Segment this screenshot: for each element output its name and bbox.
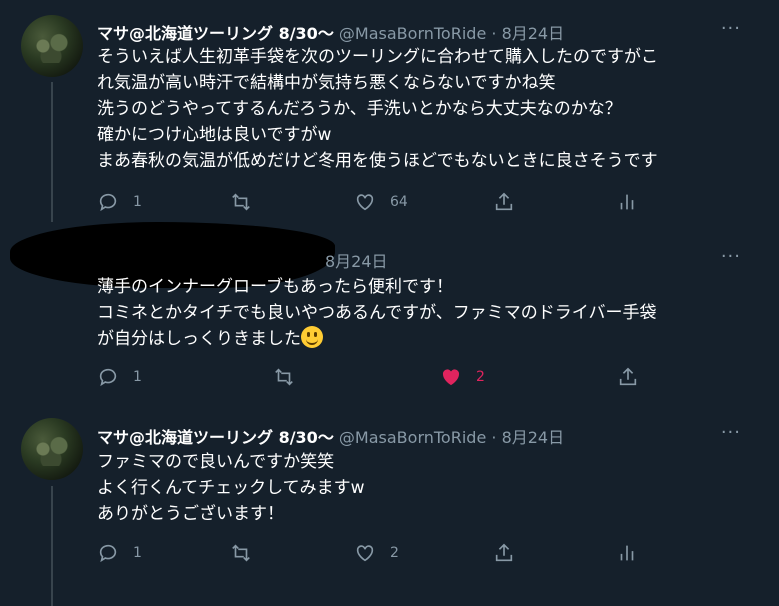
reply-icon xyxy=(99,544,117,563)
heart-icon xyxy=(356,545,374,562)
tweet-line: 確かにつけ心地は良いですがw xyxy=(97,125,332,145)
tweet-line: コミネとかタイチでも良いやつあるんですが、ファミマのドライバー手袋 xyxy=(97,303,657,323)
tweet-actions: 1 64 xyxy=(97,191,657,215)
tweet-date[interactable]: 8月24日 xyxy=(502,24,565,43)
heart-icon xyxy=(442,369,460,386)
retweet-button[interactable] xyxy=(230,191,266,213)
like-button[interactable]: 64 xyxy=(354,191,408,213)
retweet-button[interactable] xyxy=(230,542,266,564)
analytics-button[interactable] xyxy=(616,542,638,564)
avatar[interactable] xyxy=(21,418,83,480)
tweet-line: れ気温が高い時汗で結構中が気持ち悪くならないですかね笑 xyxy=(97,73,556,93)
tweet-text: ファミマので良いんですか笑笑 よく行くんてチェックしてみますw ありがとうござい… xyxy=(97,449,747,527)
tweet-line: 洗うのどうやってするんだろうか、手洗いとかなら大丈夫なのかな？ xyxy=(97,99,622,119)
tweet-text: そういえば人生初革手袋を次のツーリングに合わせて購入したのですがこ れ気温が高い… xyxy=(97,44,747,174)
tweet-header: マサ@北海道ツーリング 8/30〜 @MasaBornToRide · 8月24… xyxy=(97,424,564,448)
tweet-line: ファミマので良いんですか笑笑 xyxy=(97,452,335,472)
thread-line xyxy=(51,486,53,606)
separator: · xyxy=(491,428,497,447)
tweet-line: 薄手のインナーグローブもあったら便利です！ xyxy=(97,277,453,297)
reply-count: 1 xyxy=(133,194,142,210)
tweet-3[interactable]: マサ@北海道ツーリング 8/30〜 @MasaBornToRide · 8月24… xyxy=(0,404,779,606)
share-icon xyxy=(495,543,513,562)
tweet-line: まあ春秋の気温が低めだけど冬用を使うほどでもないときに良さそうです xyxy=(97,151,658,171)
like-count: 2 xyxy=(476,369,485,385)
tweet-line-with-emoji: が自分はしっくりきました xyxy=(97,326,747,352)
retweet-icon xyxy=(232,544,250,562)
analytics-icon xyxy=(620,194,634,210)
more-options-button[interactable]: ··· xyxy=(721,18,741,39)
separator: · xyxy=(491,24,497,43)
reply-count: 1 xyxy=(133,545,142,561)
tweet-header: マサ@北海道ツーリング 8/30〜 @MasaBornToRide · 8月24… xyxy=(97,20,564,44)
tweet-actions: 1 2 xyxy=(97,366,657,390)
author-name[interactable]: マサ@北海道ツーリング 8/30〜 xyxy=(97,428,334,447)
reply-button[interactable]: 1 xyxy=(97,191,142,213)
share-button[interactable] xyxy=(493,191,515,213)
more-options-button[interactable]: ··· xyxy=(721,246,741,267)
tweet-line: ありがとうございます！ xyxy=(97,504,284,524)
more-options-button[interactable]: ··· xyxy=(721,422,741,443)
share-icon xyxy=(619,367,637,386)
tweet-1[interactable]: マサ@北海道ツーリング 8/30〜 @MasaBornToRide · 8月24… xyxy=(0,0,779,222)
grinning-face-emoji-icon xyxy=(301,326,323,348)
avatar[interactable] xyxy=(21,15,83,77)
tweet-header: 8月24日 xyxy=(325,248,388,272)
reply-icon xyxy=(99,368,117,387)
author-handle[interactable]: @MasaBornToRide xyxy=(339,428,486,447)
tweet-line: そういえば人生初革手袋を次のツーリングに合わせて購入したのですがこ xyxy=(97,47,658,67)
reply-button[interactable]: 1 xyxy=(97,366,142,388)
thread-line xyxy=(51,82,53,222)
author-handle[interactable]: @MasaBornToRide xyxy=(339,24,486,43)
like-count: 64 xyxy=(390,194,408,210)
like-button[interactable]: 2 xyxy=(354,542,399,564)
retweet-icon xyxy=(275,368,293,386)
tweet-line: よく行くんてチェックしてみますw xyxy=(97,478,365,498)
like-button[interactable]: 2 xyxy=(440,366,485,388)
share-button[interactable] xyxy=(493,542,515,564)
share-icon xyxy=(495,192,513,211)
reply-count: 1 xyxy=(133,369,142,385)
tweet-line: が自分はしっくりきました xyxy=(97,329,301,349)
analytics-icon xyxy=(620,545,634,561)
tweet-date[interactable]: 8月24日 xyxy=(325,252,388,271)
tweet-text: 薄手のインナーグローブもあったら便利です！ コミネとかタイチでも良いやつあるんで… xyxy=(97,274,747,352)
heart-icon xyxy=(356,194,374,211)
retweet-button[interactable] xyxy=(273,366,309,388)
reply-button[interactable]: 1 xyxy=(97,542,142,564)
analytics-button[interactable] xyxy=(616,191,638,213)
tweet-date[interactable]: 8月24日 xyxy=(502,428,565,447)
author-name[interactable]: マサ@北海道ツーリング 8/30〜 xyxy=(97,24,334,43)
tweet-actions: 1 2 xyxy=(97,542,657,566)
share-button[interactable] xyxy=(617,366,639,388)
reply-icon xyxy=(99,193,117,212)
like-count: 2 xyxy=(390,545,399,561)
retweet-icon xyxy=(232,193,250,211)
